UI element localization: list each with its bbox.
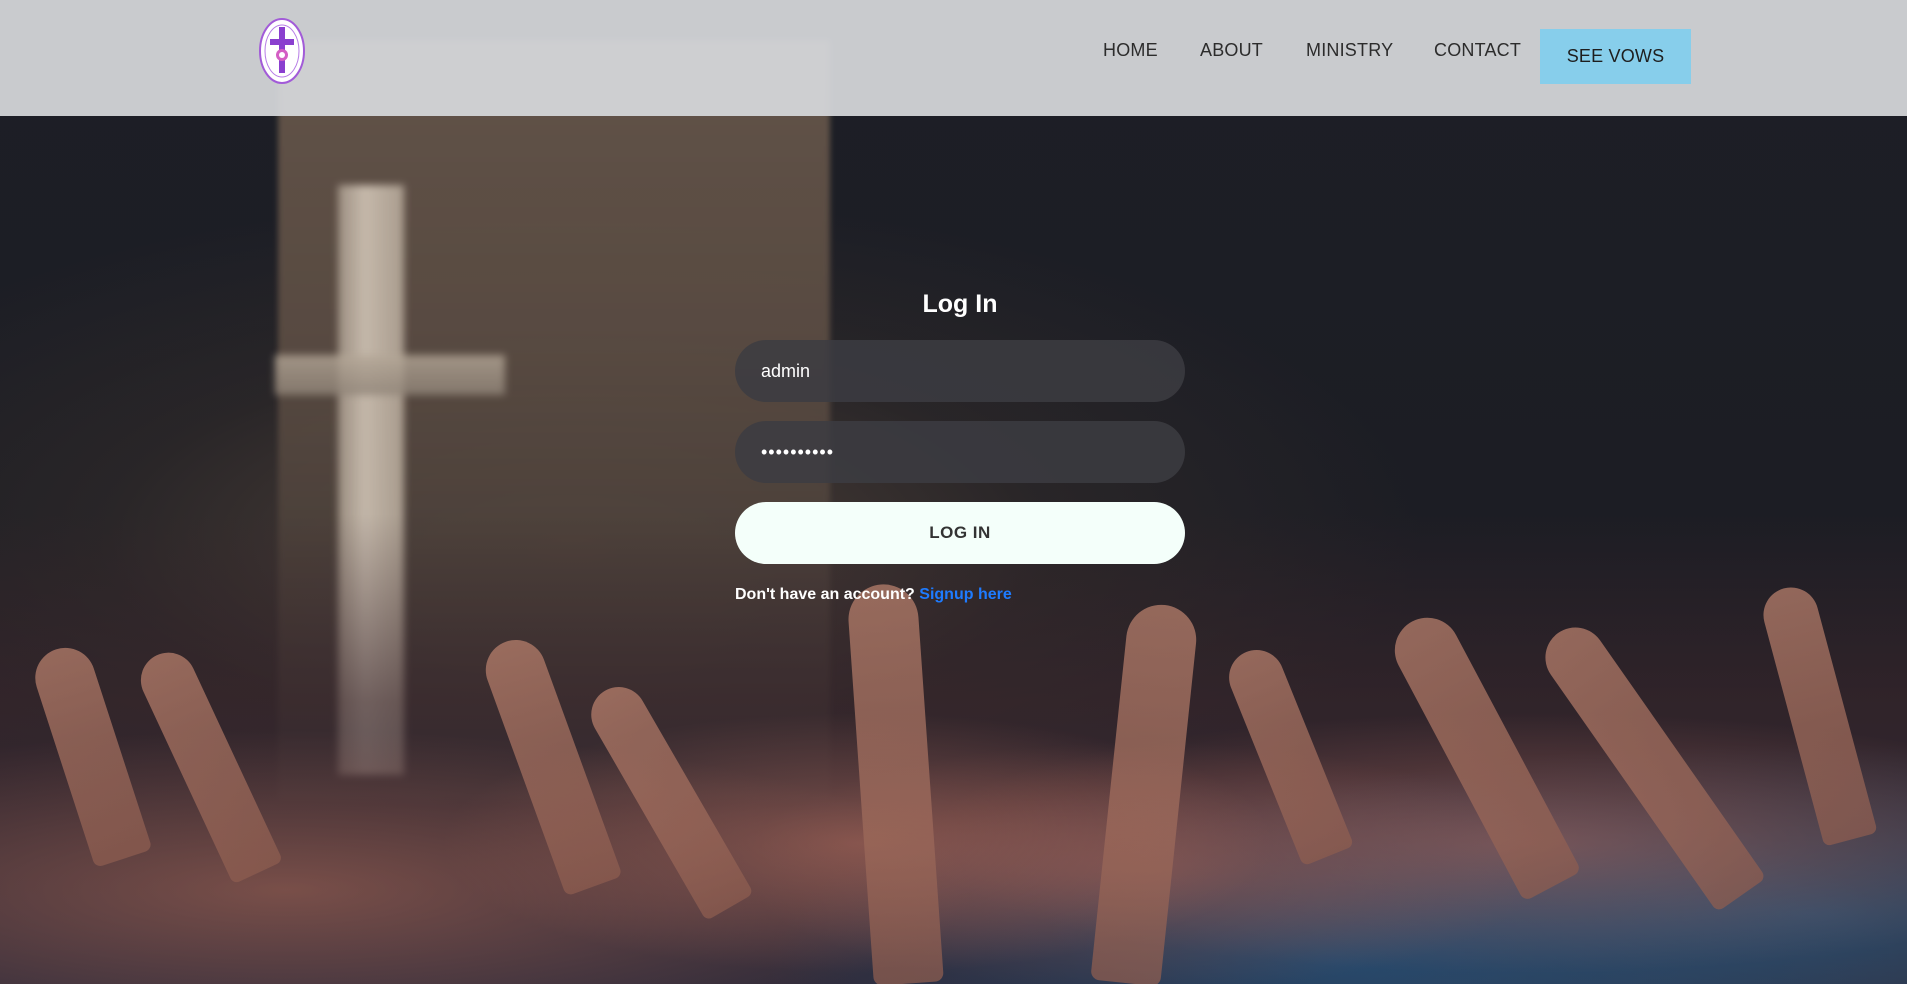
nav-contact[interactable]: CONTACT [1434, 40, 1521, 61]
raised-hand [581, 676, 754, 922]
page: HOME ABOUT MINISTRY CONTACT SEE VOWS Log… [0, 0, 1907, 984]
raised-hand [131, 643, 284, 885]
password-input[interactable] [735, 421, 1185, 483]
login-title: Log In [922, 290, 998, 318]
nav-ministry[interactable]: MINISTRY [1306, 40, 1393, 61]
raised-hand [1090, 601, 1200, 984]
signup-prompt-text: Don't have an account? [735, 586, 915, 603]
signup-link[interactable]: Signup here [919, 586, 1011, 603]
church-seal-logo-icon[interactable] [258, 17, 306, 85]
raised-hand [846, 582, 944, 984]
signup-prompt-line: Don't have an account? Signup here [735, 586, 1185, 604]
raised-hand [27, 640, 153, 868]
site-header: HOME ABOUT MINISTRY CONTACT SEE VOWS [0, 0, 1907, 116]
raised-hand [1220, 641, 1355, 867]
cross-beam [275, 355, 505, 395]
nav-home[interactable]: HOME [1103, 40, 1158, 61]
raised-hand [477, 631, 623, 897]
raised-hand [1757, 581, 1878, 847]
username-input[interactable] [735, 340, 1185, 402]
login-form: Log In LOG IN Don't have an account? Sig… [735, 288, 1185, 604]
see-vows-button[interactable]: SEE VOWS [1540, 29, 1691, 84]
login-button[interactable]: LOG IN [735, 502, 1185, 564]
nav-about[interactable]: ABOUT [1200, 40, 1263, 61]
